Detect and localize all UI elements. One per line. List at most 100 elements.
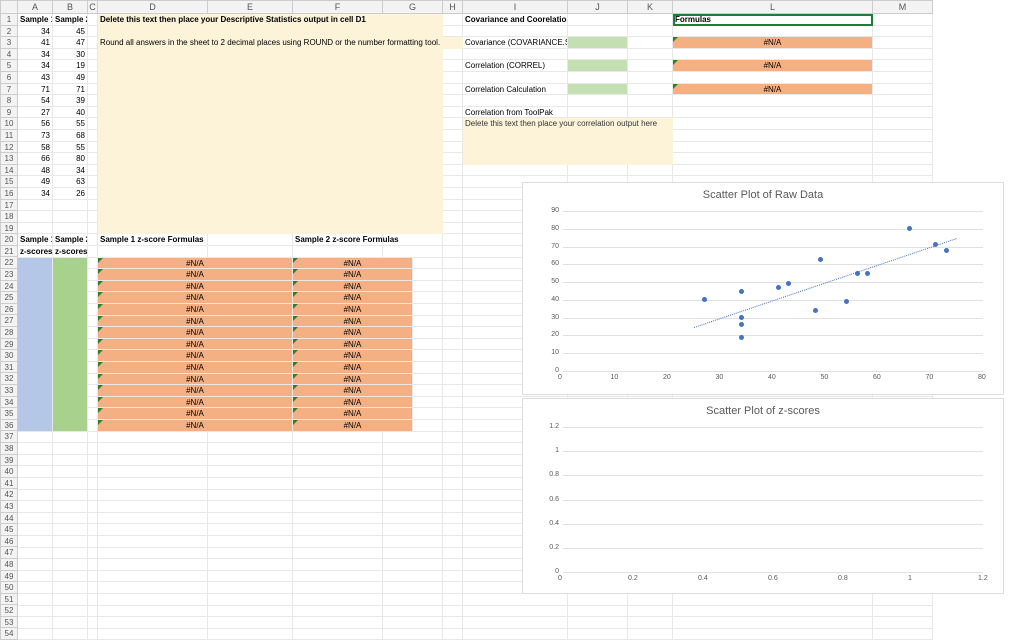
data-sample1[interactable]: 49 (18, 176, 53, 188)
cell-empty[interactable] (383, 490, 443, 502)
cell-empty[interactable] (53, 606, 88, 618)
row-header-50[interactable]: 50 (0, 582, 18, 594)
row-header-16[interactable]: 16 (0, 188, 18, 200)
cell-empty[interactable] (293, 617, 383, 629)
cell-empty[interactable] (18, 582, 53, 594)
cell-empty[interactable] (18, 513, 53, 525)
cell-empty[interactable] (98, 490, 208, 502)
cell-empty[interactable] (443, 176, 463, 188)
s1-formula-na[interactable]: #N/A (98, 258, 293, 270)
cell-empty[interactable] (208, 466, 293, 478)
data-sample1[interactable]: 54 (18, 95, 53, 107)
cell-empty[interactable] (383, 443, 443, 455)
cell-empty[interactable] (383, 501, 443, 513)
row-header-3[interactable]: 3 (0, 37, 18, 49)
cell-empty[interactable] (88, 629, 98, 641)
data-sample1[interactable]: 58 (18, 142, 53, 154)
cell-empty[interactable] (208, 501, 293, 513)
cell-empty[interactable] (88, 606, 98, 618)
cell-empty[interactable] (628, 72, 673, 84)
cell-empty[interactable] (88, 524, 98, 536)
s2-formula-na[interactable]: #N/A (293, 408, 413, 420)
cell-empty[interactable] (628, 95, 673, 107)
cell-empty[interactable] (873, 95, 933, 107)
cell-empty[interactable] (383, 594, 443, 606)
row-header-48[interactable]: 48 (0, 559, 18, 571)
cell-empty[interactable] (88, 258, 98, 270)
cell-empty[interactable] (568, 14, 628, 26)
data-sample1[interactable]: 34 (18, 26, 53, 38)
cell-empty[interactable] (88, 443, 98, 455)
cell-empty[interactable] (443, 432, 463, 444)
row-header-31[interactable]: 31 (0, 362, 18, 374)
cell-empty[interactable] (673, 594, 873, 606)
cell-empty[interactable] (873, 84, 933, 96)
cell-empty[interactable] (568, 594, 628, 606)
row-header-6[interactable]: 6 (0, 72, 18, 84)
row-header-30[interactable]: 30 (0, 350, 18, 362)
cell-empty[interactable] (443, 234, 463, 246)
cell-empty[interactable] (208, 524, 293, 536)
cell-empty[interactable] (673, 617, 873, 629)
cell-empty[interactable] (88, 374, 98, 386)
cell-empty[interactable] (88, 211, 98, 223)
cell-empty[interactable] (53, 629, 88, 641)
cell-empty[interactable] (18, 432, 53, 444)
cell-empty[interactable] (443, 281, 463, 293)
row-header-44[interactable]: 44 (0, 513, 18, 525)
row-header-54[interactable]: 54 (0, 628, 18, 640)
cell-empty[interactable] (383, 629, 443, 641)
cell-empty[interactable] (88, 304, 98, 316)
cell-empty[interactable] (673, 26, 873, 38)
cell-empty[interactable] (443, 72, 463, 84)
cell-empty[interactable] (88, 37, 98, 49)
cell-empty[interactable] (463, 617, 568, 629)
cell-empty[interactable] (88, 408, 98, 420)
cell-empty[interactable] (383, 455, 443, 467)
cell-empty[interactable] (53, 490, 88, 502)
col-header-F[interactable]: F (293, 0, 383, 14)
label-correl[interactable]: Correlation (CORREL) (463, 60, 568, 72)
s1-formula-na[interactable]: #N/A (98, 420, 293, 432)
cell-empty[interactable] (443, 327, 463, 339)
data-sample1[interactable]: 43 (18, 72, 53, 84)
cell-empty[interactable] (443, 559, 463, 571)
cell-empty[interactable] (293, 513, 383, 525)
cell-empty[interactable] (443, 466, 463, 478)
cell-empty[interactable] (463, 49, 568, 61)
cell-empty[interactable] (88, 350, 98, 362)
cell-empty[interactable] (293, 524, 383, 536)
cell-empty[interactable] (53, 478, 88, 490)
cell-empty[interactable] (53, 223, 88, 235)
s2-formula-na[interactable]: #N/A (293, 281, 413, 293)
cell-empty[interactable] (293, 490, 383, 502)
cell-empty[interactable] (673, 118, 873, 130)
cell-empty[interactable] (873, 165, 933, 177)
chart-scatter-raw[interactable]: Scatter Plot of Raw Data 010203040506070… (522, 182, 1004, 395)
cell-empty[interactable] (18, 223, 53, 235)
cell-empty[interactable] (873, 37, 933, 49)
cell-empty[interactable] (208, 432, 293, 444)
cell-empty[interactable] (628, 26, 673, 38)
data-sample2[interactable]: 49 (53, 72, 88, 84)
cell-empty[interactable] (98, 513, 208, 525)
data-sample1[interactable]: 56 (18, 118, 53, 130)
cell-empty[interactable] (463, 165, 568, 177)
cell-empty[interactable] (88, 397, 98, 409)
cell-empty[interactable] (98, 594, 208, 606)
cell-empty[interactable] (628, 60, 673, 72)
cell-empty[interactable] (53, 501, 88, 513)
cell-empty[interactable] (18, 478, 53, 490)
s1-formula-na[interactable]: #N/A (98, 397, 293, 409)
cell-empty[interactable] (53, 443, 88, 455)
row-header-25[interactable]: 25 (0, 292, 18, 304)
header-sample2-z[interactable]: Sample 2 (53, 234, 88, 246)
cell-empty[interactable] (88, 130, 98, 142)
s1-formula-na[interactable]: #N/A (98, 304, 293, 316)
data-sample2[interactable]: 39 (53, 95, 88, 107)
data-sample2[interactable]: 40 (53, 107, 88, 119)
cell-empty[interactable] (18, 490, 53, 502)
cell-empty[interactable] (383, 559, 443, 571)
s1-formula-na[interactable]: #N/A (98, 339, 293, 351)
row-header-8[interactable]: 8 (0, 95, 18, 107)
